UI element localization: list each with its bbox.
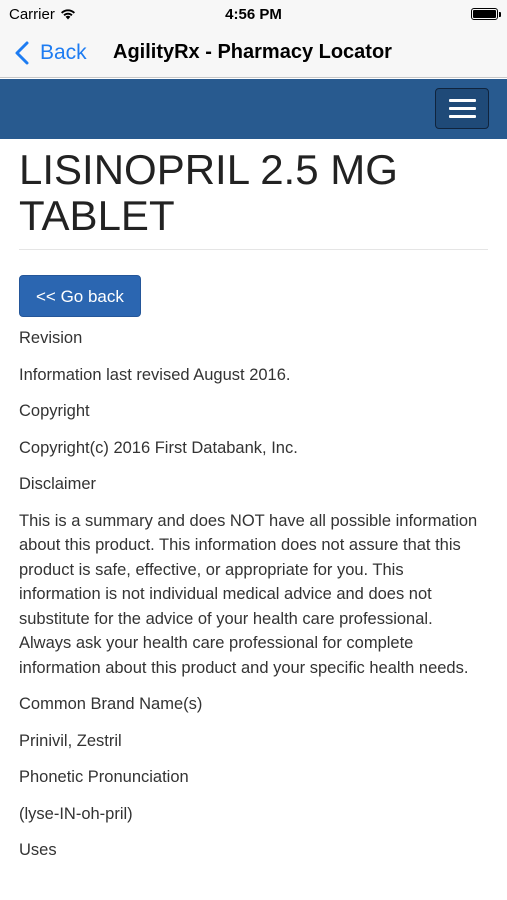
status-bar: Carrier 4:56 PM [0, 0, 507, 28]
section-text-revision: Information last revised August 2016. [19, 365, 291, 384]
section-text-brand-names: Prinivil, Zestril [19, 731, 122, 750]
back-button[interactable]: Back [0, 40, 87, 66]
section-heading-disclaimer: Disclaimer [19, 475, 97, 493]
go-back-button[interactable]: << Go back [19, 275, 141, 317]
section-heading-brand-names: Common Brand Name(s) [19, 695, 203, 713]
hamburger-line [448, 115, 476, 118]
hamburger-menu-button[interactable] [435, 88, 489, 129]
carrier-label: Carrier [9, 5, 55, 23]
navigation-bar: Back AgilityRx - Pharmacy Locator [0, 28, 507, 78]
main-content: LISINOPRIL 2.5 MG TABLET << Go back Revi… [19, 139, 488, 863]
nav-title: AgilityRx - Pharmacy Locator [113, 41, 392, 63]
wifi-icon [60, 9, 75, 20]
battery-icon [471, 8, 501, 20]
site-header [0, 79, 507, 139]
battery-fill [473, 10, 496, 18]
section-text-copyright: Copyright(c) 2016 First Databank, Inc. [19, 438, 298, 457]
section-heading-pronunciation: Phonetic Pronunciation [19, 768, 189, 786]
status-time: 4:56 PM [225, 5, 282, 23]
page-title: LISINOPRIL 2.5 MG TABLET [19, 139, 488, 250]
section-text-disclaimer: This is a summary and does NOT have all … [19, 511, 478, 677]
hamburger-line [448, 107, 476, 110]
section-heading-uses: Uses [19, 841, 57, 859]
status-left: Carrier [9, 6, 76, 23]
section-heading-copyright: Copyright [19, 402, 90, 420]
hamburger-line [448, 99, 476, 102]
chevron-left-icon [15, 41, 29, 64]
section-heading-revision: Revision [19, 329, 83, 347]
back-label: Back [40, 40, 87, 64]
section-text-pronunciation: (lyse-IN-oh-pril) [19, 804, 133, 823]
